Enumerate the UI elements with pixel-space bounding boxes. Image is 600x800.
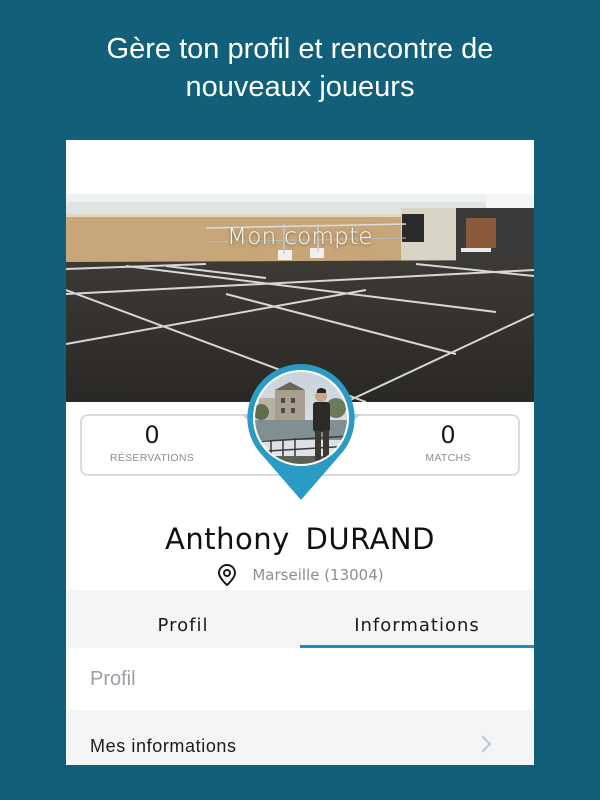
reservations-stat[interactable]: 0 RÉSERVATIONS xyxy=(82,420,222,464)
tab-informations[interactable]: Informations xyxy=(300,590,534,648)
user-location: Marseille (13004) xyxy=(66,563,534,587)
tab-profil[interactable]: Profil xyxy=(66,590,300,648)
user-name: Anthony DURAND xyxy=(66,522,534,556)
profile-tabs: Profil Informations xyxy=(66,590,534,648)
promo-headline: Gère ton profil et rencontre de nouveaux… xyxy=(0,30,600,106)
promo-headline-line1: Gère ton profil et rencontre de xyxy=(106,33,494,65)
section-title: Profil xyxy=(66,648,534,710)
user-first-name: Anthony xyxy=(165,522,290,556)
matchs-count: 0 xyxy=(440,421,456,449)
matchs-label: MATCHS xyxy=(425,452,471,464)
menu-item-mes-informations[interactable]: Mes informations xyxy=(66,710,534,765)
chevron-right-icon xyxy=(481,735,492,753)
app-screen: Mon compte 0 RÉSERVATIONS 0 MATCHS Antho… xyxy=(66,140,534,765)
app-top-bar xyxy=(66,140,534,194)
matchs-stat[interactable]: 0 MATCHS xyxy=(378,420,518,464)
location-pin-icon xyxy=(218,563,237,587)
promo-headline-line2: nouveaux joueurs xyxy=(185,71,415,103)
menu-item-label: Mes informations xyxy=(90,736,237,756)
location-text: Marseille (13004) xyxy=(252,566,384,584)
reservations-label: RÉSERVATIONS xyxy=(109,452,195,464)
screen-title: Mon compte xyxy=(227,224,373,250)
avatar[interactable] xyxy=(241,360,361,505)
reservations-count: 0 xyxy=(144,421,160,449)
user-last-name: DURAND xyxy=(305,522,435,556)
